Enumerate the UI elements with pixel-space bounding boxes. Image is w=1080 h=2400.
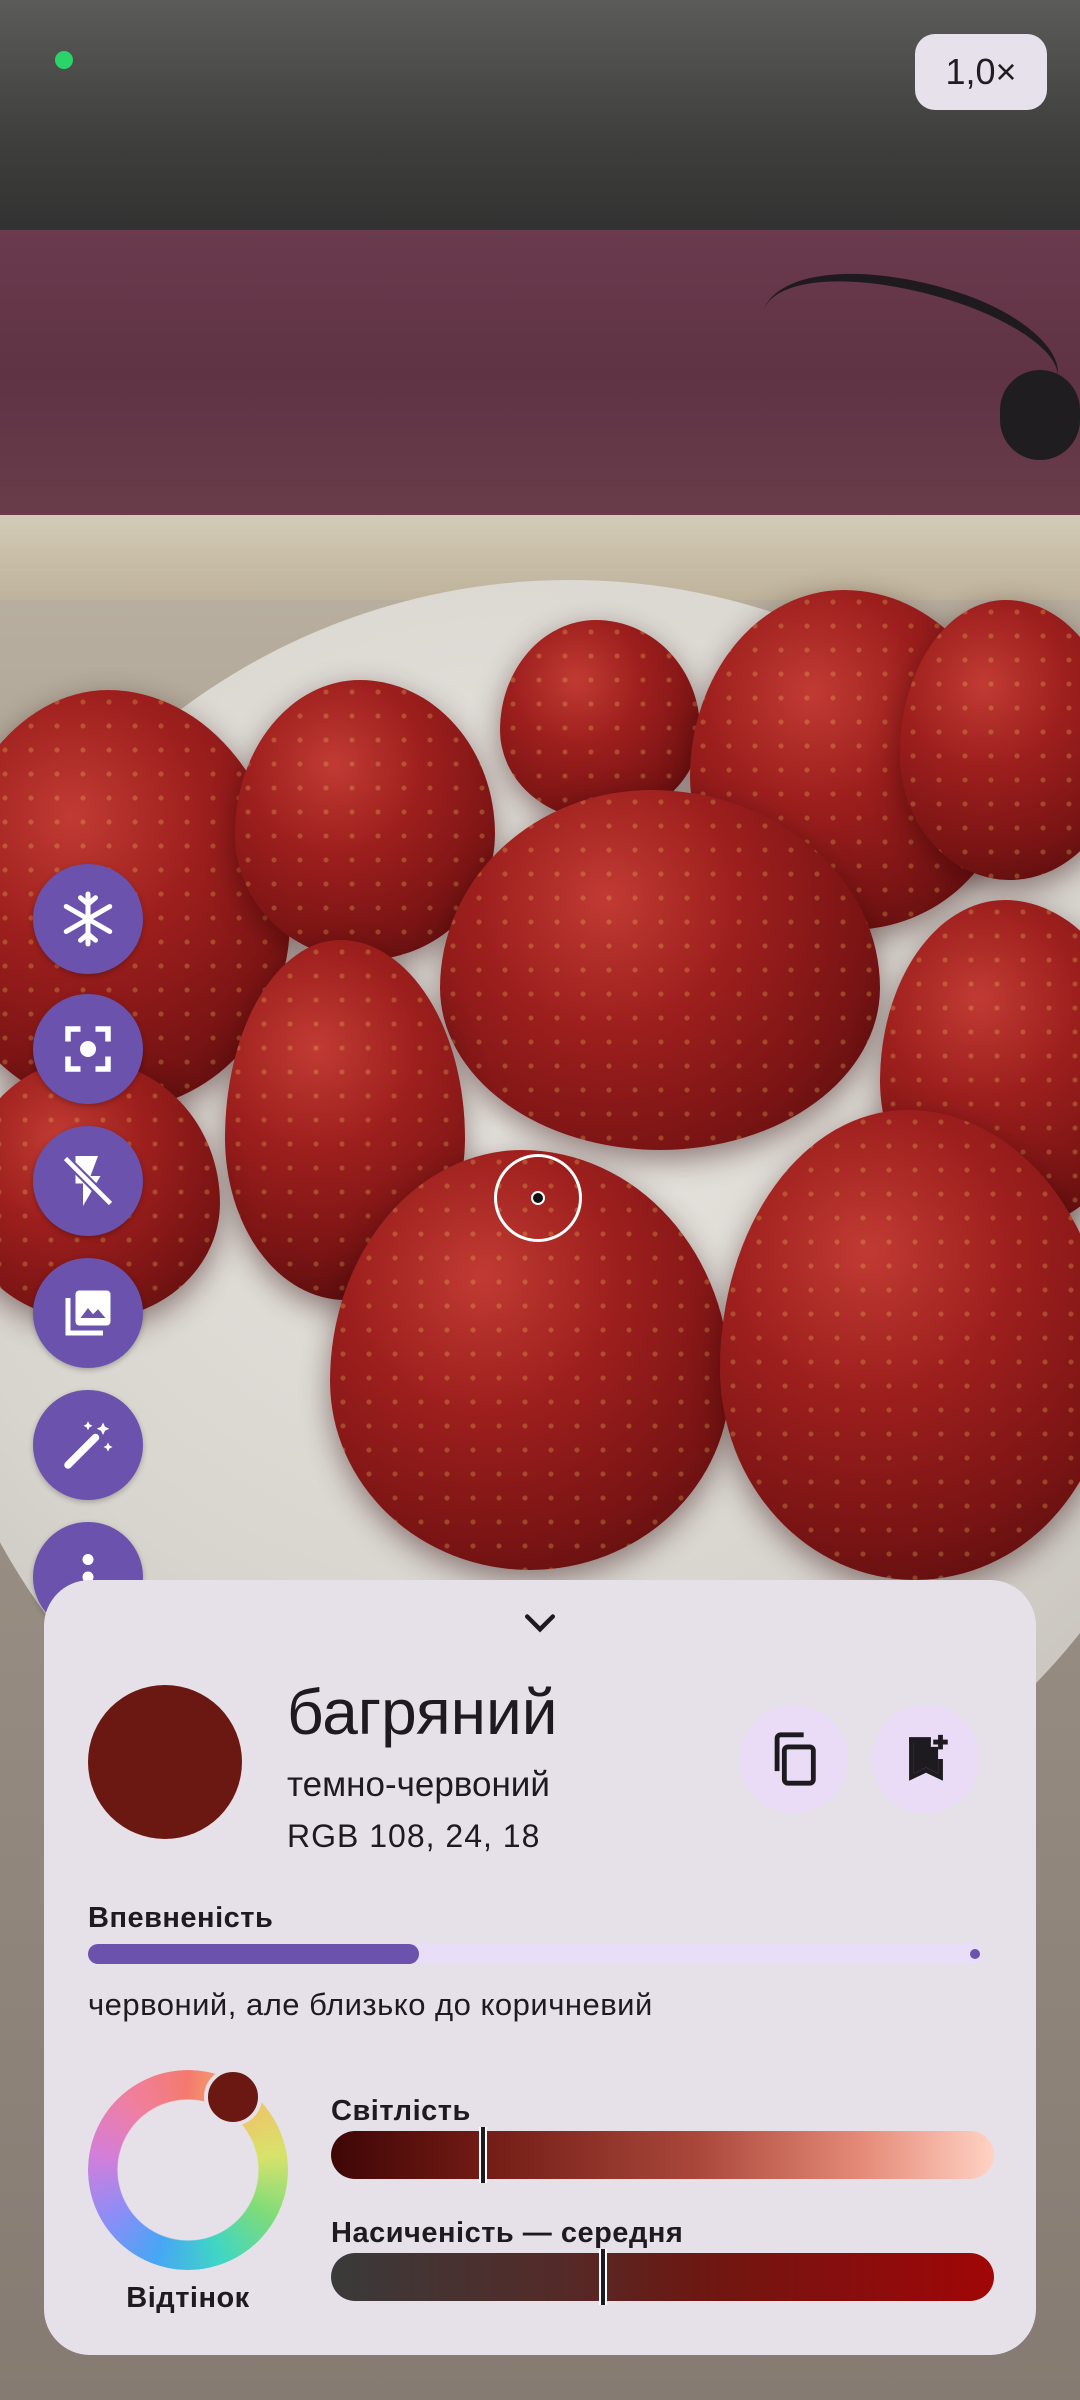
color-picker-reticle[interactable] [494, 1154, 582, 1242]
color-name: багряний [287, 1676, 558, 1748]
freeze-button[interactable] [33, 864, 143, 974]
center-focus-icon [65, 1026, 111, 1072]
confidence-bar-end [970, 1949, 980, 1959]
save-color-button[interactable] [872, 1705, 980, 1813]
color-result-sheet: багряний темно-червоний RGB 108, 24, 18 … [44, 1580, 1036, 2355]
lightness-slider[interactable] [331, 2127, 994, 2183]
lightness-label: Світлість [331, 2095, 471, 2127]
hue-thumb[interactable] [204, 2068, 262, 2126]
saturation-slider-thumb[interactable] [598, 2249, 607, 2305]
saturation-slider[interactable] [331, 2249, 994, 2305]
camera-active-indicator [55, 51, 73, 69]
focus-button[interactable] [33, 994, 143, 1104]
magic-wand-icon [64, 1421, 113, 1469]
background-object [1000, 370, 1080, 460]
color-subtitle: темно-червоний [287, 1765, 550, 1804]
color-rgb-value: RGB 108, 24, 18 [287, 1818, 541, 1854]
flash-off-icon [62, 1155, 114, 1207]
zoom-button[interactable]: 1,0× [915, 34, 1047, 110]
confidence-label: Впевненість [88, 1902, 274, 1934]
lightness-slider-thumb[interactable] [479, 2127, 488, 2183]
hue-label: Відтінок [126, 2282, 250, 2314]
magic-button[interactable] [33, 1390, 143, 1500]
confidence-bar-fill [88, 1944, 419, 1964]
confidence-bar [88, 1944, 982, 1964]
flash-button[interactable] [33, 1126, 143, 1236]
snowflake-icon [63, 891, 113, 947]
saturation-label: Насиченість — середня [331, 2217, 684, 2249]
chevron-down-icon[interactable] [518, 1600, 562, 1644]
photo-library-icon [65, 1290, 111, 1336]
copy-icon [774, 1732, 816, 1786]
color-swatch [88, 1685, 242, 1839]
confidence-description: червоний, але близько до коричневий [88, 1987, 653, 2022]
gallery-button[interactable] [33, 1258, 143, 1368]
bookmark-add-icon [909, 1734, 948, 1781]
copy-button[interactable] [740, 1705, 848, 1813]
background-dark [0, 0, 1080, 250]
